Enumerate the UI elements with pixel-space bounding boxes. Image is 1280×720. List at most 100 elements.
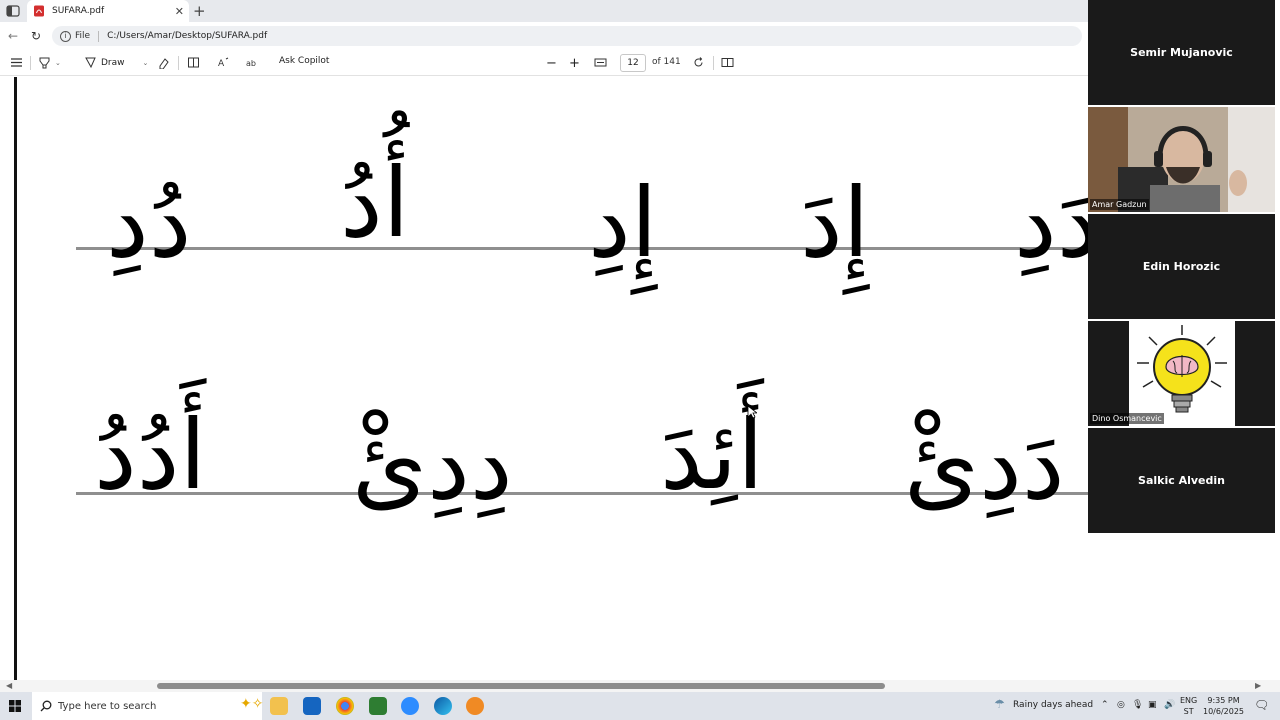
language-layout: ST — [1183, 707, 1194, 716]
language-code: ENG — [1180, 696, 1198, 705]
close-tab-icon[interactable]: ✕ — [175, 5, 184, 18]
app-icon[interactable] — [369, 697, 387, 715]
clock-time: 9:35 PM — [1207, 696, 1240, 705]
new-tab-button[interactable]: + — [193, 2, 206, 20]
clock[interactable]: 9:35 PM 10/6/2025 — [1203, 695, 1244, 717]
participant-tile-avatar[interactable]: Dino Osmancevic — [1088, 321, 1275, 426]
back-icon[interactable]: ← — [8, 29, 18, 43]
participant-name: Semir Mujanovic — [1130, 46, 1233, 59]
weather-icon[interactable]: ☂ — [994, 697, 1005, 711]
translate-icon: ab — [246, 59, 256, 68]
erase-button[interactable] — [157, 56, 170, 69]
search-icon — [40, 700, 52, 712]
tab-sufara-pdf[interactable]: SUFARA.pdf ✕ — [27, 0, 189, 22]
contents-button[interactable] — [10, 56, 23, 69]
arabic-word: دِدِئْ — [352, 409, 513, 521]
page-number-input[interactable]: 12 — [620, 54, 646, 72]
toolbar-divider — [178, 56, 179, 70]
arabic-word: دَدِئْ — [904, 409, 1065, 521]
tray-app-icon[interactable]: ◎ — [1117, 700, 1125, 710]
mouse-cursor-icon — [747, 405, 757, 419]
chevron-up-icon[interactable]: ⌃ — [1101, 700, 1109, 710]
draw-button[interactable]: Draw ⌄ — [84, 56, 148, 69]
weather-text[interactable]: Rainy days ahead — [1013, 700, 1093, 710]
fit-page-button[interactable] — [594, 56, 607, 69]
participant-name: Amar Gadzun — [1090, 199, 1149, 210]
minus-icon: − — [546, 56, 557, 71]
eraser-icon — [159, 58, 169, 69]
file-explorer-icon[interactable] — [270, 697, 288, 715]
zoom-out-button[interactable]: − — [546, 56, 557, 71]
svg-text:A: A — [218, 59, 225, 69]
notifications-icon[interactable]: 🗨 — [1254, 698, 1269, 712]
draw-label: Draw — [101, 57, 125, 68]
info-icon[interactable]: i — [60, 30, 71, 42]
two-page-icon — [721, 58, 734, 67]
two-page-button[interactable] — [721, 56, 734, 69]
outlook-icon[interactable] — [303, 697, 321, 715]
participant-tile[interactable]: Salkic Alvedin — [1088, 428, 1275, 533]
pdf-icon — [34, 5, 44, 17]
participant-name: Dino Osmancevic — [1090, 413, 1164, 424]
pen-icon — [85, 57, 96, 69]
highlighter-icon — [39, 57, 50, 69]
arabic-word: أَدُدُ — [94, 399, 207, 511]
refresh-icon[interactable]: ↻ — [31, 29, 41, 43]
microphone-icon[interactable]: 🎙 — [1132, 700, 1143, 710]
scroll-right-icon[interactable]: ▶ — [1255, 681, 1261, 690]
baseline-rule — [76, 247, 1088, 250]
language-indicator[interactable]: ENG ST — [1180, 695, 1197, 717]
network-icon[interactable]: ▣ — [1148, 700, 1157, 710]
webcam-video — [1088, 107, 1275, 212]
tab-bar: SUFARA.pdf ✕ + — [0, 0, 1088, 22]
chevron-down-icon: ⌄ — [55, 58, 61, 67]
zoom-icon[interactable] — [401, 697, 419, 715]
scroll-thumb[interactable] — [157, 683, 885, 689]
arabic-word: أُدُ — [340, 147, 410, 259]
arabic-word: أَئِدَ — [660, 399, 764, 511]
zoom-in-button[interactable]: + — [569, 56, 580, 71]
arabic-word: إِدَ — [800, 167, 870, 279]
video-call-panel: Semir Mujanovic Amar Gadzun Edin Horozic — [1088, 0, 1280, 680]
arabic-word: دَدِ — [1014, 167, 1088, 279]
window-menu-icon[interactable] — [6, 4, 20, 18]
page-total: of 141 — [652, 57, 681, 67]
app-icon[interactable] — [466, 697, 484, 715]
ask-copilot-button[interactable]: Ask Copilot — [279, 56, 329, 66]
clock-date: 10/6/2025 — [1203, 707, 1245, 716]
volume-icon[interactable]: 🔊 — [1164, 700, 1175, 710]
participant-tile[interactable]: Semir Mujanovic — [1088, 0, 1275, 105]
taskbar-search[interactable]: Type here to search ✦✧ — [32, 692, 263, 720]
scroll-left-icon[interactable]: ◀ — [6, 681, 12, 690]
pdf-viewer[interactable]: دُدِ أُدُ إِدِ إِدَ دَدِ أَدُدُ دِدِئْ أ… — [0, 77, 1088, 680]
highlight-button[interactable]: ⌄ — [38, 56, 61, 69]
lightbulb-brain-icon — [1128, 321, 1235, 426]
page-view-button[interactable] — [187, 56, 200, 69]
copilot-sparkle-icon[interactable]: ✦✧ — [240, 696, 263, 712]
read-aloud-button[interactable]: A — [217, 56, 230, 69]
url-field[interactable]: i File C:/Users/Amar/Desktop/SUFARA.pdf — [52, 26, 1082, 46]
participant-tile[interactable]: Edin Horozic — [1088, 214, 1275, 319]
horizontal-scrollbar[interactable]: ◀ ▶ — [0, 680, 1280, 692]
address-bar-row: ← ↻ i File C:/Users/Amar/Desktop/SUFARA.… — [0, 22, 1088, 50]
edge-icon[interactable] — [434, 697, 452, 715]
page-left-border — [14, 77, 17, 680]
read-aloud-icon: A — [218, 57, 229, 69]
url-scheme: File — [75, 31, 91, 41]
arabic-word: دُدِ — [106, 167, 192, 279]
chrome-icon[interactable] — [336, 697, 354, 715]
toolbar-divider — [30, 56, 31, 70]
svg-text:ab: ab — [246, 59, 256, 68]
fit-width-icon — [594, 58, 607, 67]
windows-start-icon[interactable] — [9, 700, 21, 712]
url-path: C:/Users/Amar/Desktop/SUFARA.pdf — [107, 31, 268, 41]
list-icon — [11, 58, 22, 67]
chevron-down-icon: ⌄ — [142, 58, 149, 67]
plus-icon: + — [569, 56, 580, 71]
tab-title: SUFARA.pdf — [52, 6, 105, 16]
participant-name: Salkic Alvedin — [1138, 474, 1225, 487]
translate-button[interactable]: ab — [246, 56, 259, 69]
rotate-button[interactable] — [692, 56, 705, 69]
participant-tile-video[interactable]: Amar Gadzun — [1088, 107, 1275, 212]
windows-taskbar: Type here to search ✦✧ ☂ Rainy days ahea… — [0, 692, 1280, 720]
